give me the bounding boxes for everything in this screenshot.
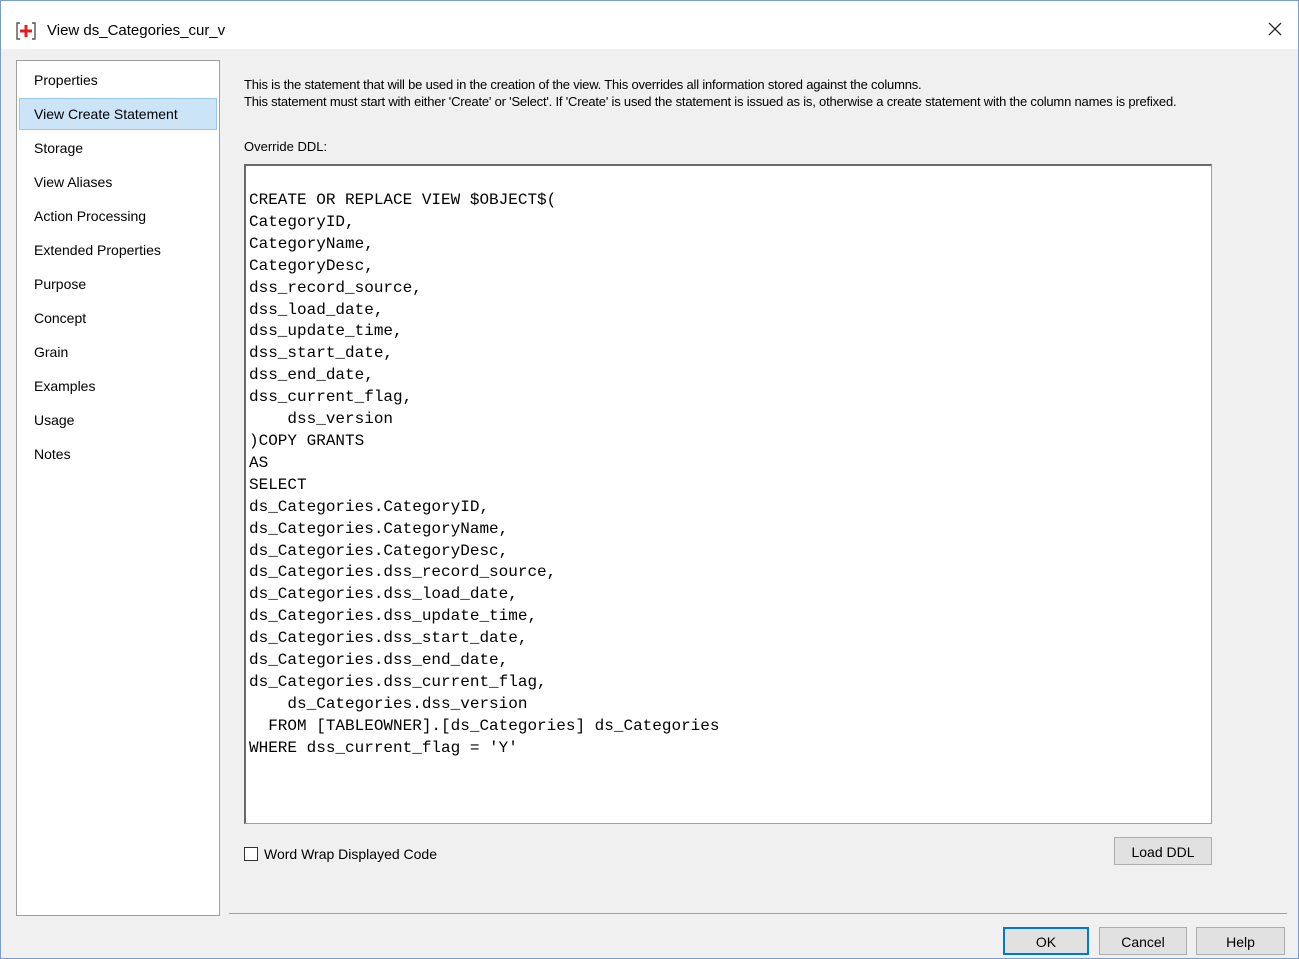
override-ddl-label: Override DDL:	[244, 139, 328, 154]
sidebar-item-purpose[interactable]: Purpose	[19, 268, 217, 300]
title-bar[interactable]: View ds_Categories_cur_v	[1, 1, 1298, 49]
description-line-1: This is the statement that will be used …	[244, 77, 922, 92]
view-properties-dialog: View ds_Categories_cur_v Properties View…	[0, 0, 1299, 959]
ddl-code-text[interactable]: CREATE OR REPLACE VIEW $OBJECT$( Categor…	[249, 190, 719, 760]
sidebar-item-notes[interactable]: Notes	[19, 438, 217, 470]
word-wrap-checkbox[interactable]	[244, 847, 258, 861]
close-button[interactable]	[1260, 15, 1290, 45]
sidebar-item-usage[interactable]: Usage	[19, 404, 217, 436]
view-add-icon	[15, 21, 37, 41]
window-title: View ds_Categories_cur_v	[47, 22, 226, 39]
section-navigation-list: Properties View Create Statement Storage…	[16, 60, 220, 916]
sidebar-item-action-processing[interactable]: Action Processing	[19, 200, 217, 232]
sidebar-item-storage[interactable]: Storage	[19, 132, 217, 164]
sidebar-item-concept[interactable]: Concept	[19, 302, 217, 334]
sidebar-item-grain[interactable]: Grain	[19, 336, 217, 368]
sidebar-item-examples[interactable]: Examples	[19, 370, 217, 402]
sidebar-item-view-aliases[interactable]: View Aliases	[19, 166, 217, 198]
word-wrap-option[interactable]: Word Wrap Displayed Code	[244, 844, 437, 864]
footer-divider	[229, 913, 1287, 914]
ok-button[interactable]: OK	[1003, 927, 1089, 955]
sidebar-item-properties[interactable]: Properties	[19, 64, 217, 96]
help-button[interactable]: Help	[1196, 927, 1285, 955]
sidebar-item-extended-properties[interactable]: Extended Properties	[19, 234, 217, 266]
ddl-code-editor[interactable]: CREATE OR REPLACE VIEW $OBJECT$( Categor…	[244, 164, 1212, 824]
load-ddl-button[interactable]: Load DDL	[1114, 837, 1212, 865]
description-line-2: This statement must start with either 'C…	[244, 94, 1177, 109]
close-icon	[1267, 21, 1283, 40]
sidebar-item-view-create-statement[interactable]: View Create Statement	[19, 98, 217, 130]
cancel-button[interactable]: Cancel	[1099, 927, 1187, 955]
description-text: This is the statement that will be used …	[244, 76, 1224, 110]
word-wrap-label[interactable]: Word Wrap Displayed Code	[264, 844, 437, 864]
